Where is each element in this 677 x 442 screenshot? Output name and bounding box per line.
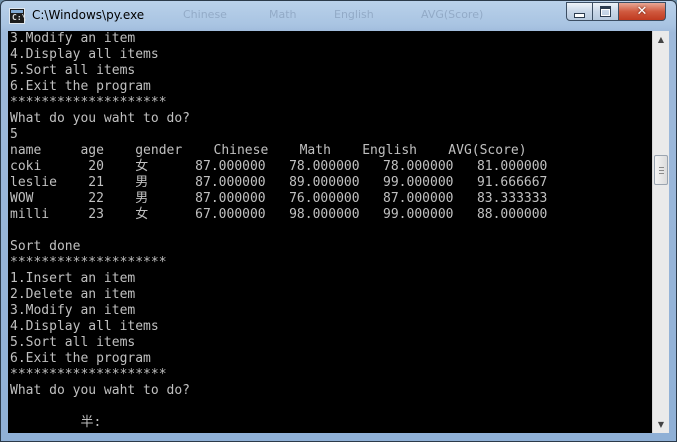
minimize-button[interactable] [566, 2, 593, 21]
console-line: 6.Exit the program [10, 351, 151, 366]
console-line: Sort done [10, 239, 81, 254]
console-app-icon[interactable]: C:\ [9, 8, 26, 24]
console-output[interactable]: 3.Modify an item 4.Display all items 5.Sor… [8, 31, 652, 433]
console-line: WOW 22 男 87.000000 76.000000 87.000000 8… [10, 191, 548, 206]
ghost-text: English [334, 8, 374, 21]
console-line: 5.Sort all items [10, 335, 136, 350]
console-line: 5.Sort all items [10, 63, 136, 78]
console-line: ******************** [10, 255, 167, 270]
ghost-text: AVG(Score) [421, 8, 484, 21]
scroll-down-arrow-icon[interactable]: ▼ [653, 416, 669, 433]
scroll-up-arrow-icon[interactable]: ▲ [653, 31, 669, 48]
console-line: 6.Exit the program [10, 79, 151, 94]
console-line: name age gender Chinese Math English AVG… [10, 143, 527, 158]
console-line: 4.Display all items [10, 319, 159, 334]
close-icon: ✕ [636, 4, 648, 19]
console-line: 1.Insert an item [10, 271, 136, 286]
window-title: C:\Windows\py.exe [32, 8, 145, 22]
console-line: 3.Modify an item [10, 31, 136, 46]
console-line: coki 20 女 87.000000 78.000000 78.000000 … [10, 159, 548, 174]
vertical-scrollbar[interactable]: ▲ ▼ [652, 31, 669, 433]
console-line: ******************** [10, 367, 167, 382]
console-line: 3.Modify an item [10, 303, 136, 318]
console-line: What do you waht to do? [10, 383, 191, 398]
console-line: 半: [10, 415, 102, 430]
ghost-text: Chinese [183, 8, 227, 21]
console-line: 2.Delete an item [10, 287, 136, 302]
close-button[interactable]: ✕ [618, 2, 666, 21]
console-line: milli 23 女 67.000000 98.000000 99.000000… [10, 207, 548, 222]
minimize-icon [574, 12, 585, 18]
console-line: 5 [10, 127, 18, 142]
console-line: 4.Display all items [10, 47, 159, 62]
ghost-text: Math [269, 8, 297, 21]
title-bar[interactable]: C:\ C:\Windows\py.exe Chinese Math Engli… [1, 1, 676, 31]
console-line: leslie 21 男 87.000000 89.000000 99.00000… [10, 175, 548, 190]
maximize-icon [600, 6, 611, 17]
console-line: ******************** [10, 95, 167, 110]
console-line: What do you waht to do? [10, 111, 191, 126]
console-window: C:\ C:\Windows\py.exe Chinese Math Engli… [0, 0, 677, 442]
maximize-button[interactable] [592, 2, 619, 21]
console-text: 3.Modify an item 4.Display all items 5.Sor… [8, 31, 652, 431]
scrollbar-thumb[interactable] [654, 155, 668, 185]
